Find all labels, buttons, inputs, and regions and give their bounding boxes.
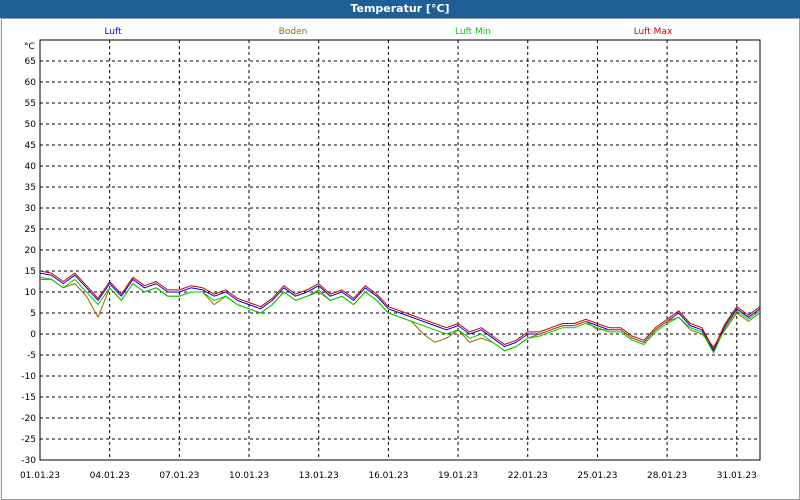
series-layer [39,270,761,354]
y-tick-label: 0 [30,330,36,340]
series-line-luft-min [39,276,761,354]
y-tick-label: 35 [25,183,36,193]
y-tick-label: -15 [21,393,36,403]
series-line-luft-max [39,270,761,350]
x-tick-label: 25.01.23 [577,471,617,481]
x-tick-label: 28.01.23 [647,471,687,481]
y-tick-label: 10 [25,288,37,298]
y-tick-label: 65 [25,57,36,67]
y-tick-label: -25 [21,435,36,445]
y-tick-label: 15 [25,267,36,277]
y-tick-label: -5 [27,351,36,361]
y-tick-label: 55 [25,99,36,109]
legend: Luft Boden Luft Min Luft Max [104,27,673,37]
y-axis-label: °C [24,42,35,52]
legend-item-boden: Boden [279,27,308,37]
y-tick-label: -20 [21,414,36,424]
legend-item-luft-min: Luft Min [455,27,491,37]
y-tick-label: 5 [30,309,36,319]
y-tick-label: 50 [25,120,37,130]
x-tick-label: 22.01.23 [508,471,548,481]
y-tick-label: 20 [25,246,37,256]
y-tick-label: 25 [25,225,36,235]
temperature-chart: 65605550454035302520151050-5-10-15-20-25… [20,27,761,481]
series-line-boden [40,278,761,352]
y-tick-label: 30 [25,204,37,214]
x-tick-label: 07.01.23 [159,471,199,481]
x-tick-label: 31.01.23 [717,471,757,481]
y-tick-label: 45 [25,141,36,151]
x-tick-label: 04.01.23 [90,471,130,481]
y-tick-label: -10 [21,372,36,382]
grid [40,40,760,460]
x-tick-label: 13.01.23 [299,471,339,481]
y-tick-label: 60 [25,78,37,88]
x-tick-label: 19.01.23 [438,471,478,481]
x-tick-label: 10.01.23 [229,471,269,481]
legend-item-luft-max: Luft Max [634,27,673,37]
legend-item-luft: Luft [104,27,122,37]
x-tick-label: 01.01.23 [20,471,60,481]
y-tick-label: 40 [25,162,37,172]
x-tick-label: 16.01.23 [368,471,408,481]
y-tick-label: -30 [21,456,36,466]
